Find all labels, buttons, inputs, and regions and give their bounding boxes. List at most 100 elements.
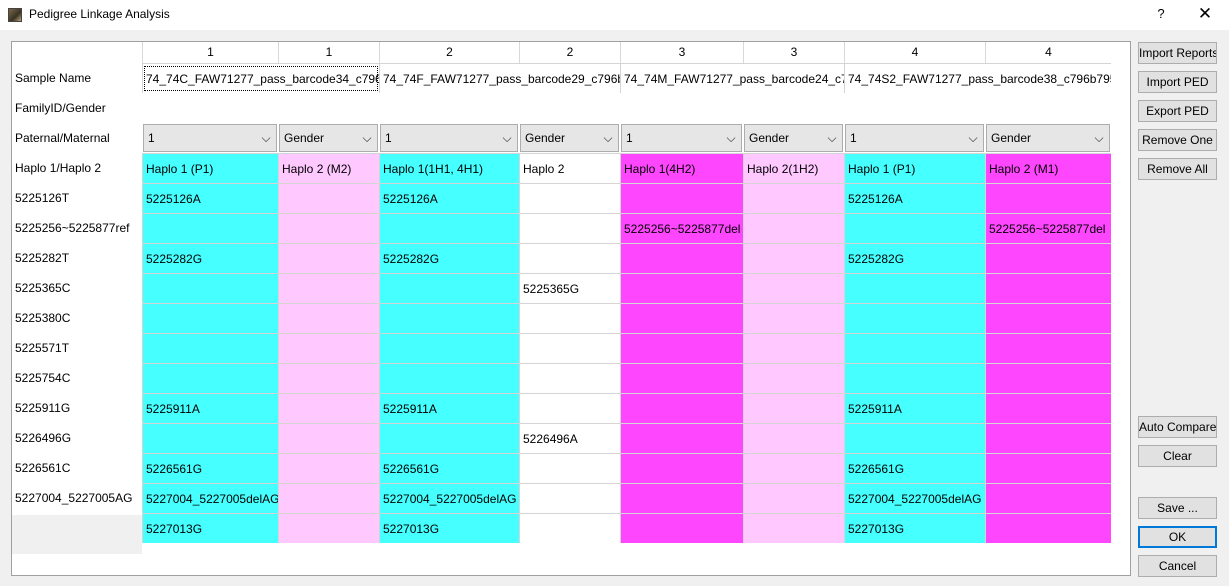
close-button[interactable]: ✕ bbox=[1193, 4, 1217, 24]
variant-cell[interactable] bbox=[743, 513, 844, 543]
variant-cell[interactable]: 5225256~5225877del bbox=[985, 213, 1111, 243]
variant-cell[interactable] bbox=[985, 423, 1111, 453]
column-header[interactable]: 1 bbox=[142, 42, 278, 63]
variant-cell[interactable] bbox=[743, 303, 844, 333]
column-header[interactable]: 2 bbox=[519, 42, 620, 63]
variant-cell[interactable] bbox=[278, 393, 379, 423]
variant-cell[interactable]: 5227004_5227005delAG bbox=[142, 483, 278, 513]
column-header[interactable]: 4 bbox=[844, 42, 985, 63]
variant-cell[interactable] bbox=[278, 513, 379, 543]
variant-cell[interactable] bbox=[620, 483, 743, 513]
variant-cell[interactable]: 5226561G bbox=[379, 453, 519, 483]
variant-cell[interactable]: 5227004_5227005delAG bbox=[844, 483, 985, 513]
variant-cell[interactable]: 5225282G bbox=[142, 243, 278, 273]
haplo-label-cell[interactable]: Haplo 2(1H2) bbox=[743, 153, 844, 183]
family-gender-select[interactable]: 1 ⌵ bbox=[380, 124, 518, 152]
variant-cell[interactable]: 5226496A bbox=[519, 423, 620, 453]
family-gender-select[interactable]: 1 ⌵ bbox=[621, 124, 742, 152]
variant-cell[interactable] bbox=[985, 243, 1111, 273]
haplo-label-cell[interactable]: Haplo 1(4H2) bbox=[620, 153, 743, 183]
variant-cell[interactable] bbox=[519, 213, 620, 243]
variant-cell[interactable] bbox=[379, 423, 519, 453]
variant-cell[interactable] bbox=[985, 453, 1111, 483]
family-gender-select[interactable]: Gender ⌵ bbox=[279, 124, 378, 152]
variant-cell[interactable] bbox=[278, 243, 379, 273]
variant-cell[interactable] bbox=[844, 303, 985, 333]
variant-cell[interactable] bbox=[743, 183, 844, 213]
variant-cell[interactable] bbox=[379, 213, 519, 243]
variant-cell[interactable] bbox=[743, 273, 844, 303]
variant-cell[interactable] bbox=[985, 303, 1111, 333]
variant-cell[interactable] bbox=[743, 363, 844, 393]
cancel-button[interactable]: Cancel bbox=[1138, 555, 1217, 577]
ok-button[interactable]: OK bbox=[1138, 526, 1217, 548]
variant-cell[interactable] bbox=[985, 183, 1111, 213]
import-ped-button[interactable]: Import PED bbox=[1138, 71, 1217, 93]
variant-cell[interactable] bbox=[743, 213, 844, 243]
variant-cell[interactable] bbox=[620, 333, 743, 363]
variant-cell[interactable]: 5227013G bbox=[142, 513, 278, 543]
variant-cell[interactable] bbox=[743, 243, 844, 273]
variant-cell[interactable] bbox=[844, 273, 985, 303]
variant-cell[interactable] bbox=[620, 183, 743, 213]
column-header[interactable]: 4 bbox=[985, 42, 1111, 63]
remove-all-button[interactable]: Remove All bbox=[1138, 158, 1217, 180]
variant-cell[interactable] bbox=[142, 363, 278, 393]
variant-cell[interactable] bbox=[985, 393, 1111, 423]
variant-cell[interactable] bbox=[844, 423, 985, 453]
variant-cell[interactable] bbox=[620, 363, 743, 393]
variant-cell[interactable] bbox=[620, 273, 743, 303]
family-gender-select[interactable]: Gender ⌵ bbox=[744, 124, 843, 152]
haplo-label-cell[interactable]: Haplo 2 (M1) bbox=[985, 153, 1111, 183]
family-gender-select[interactable]: 1 ⌵ bbox=[845, 124, 984, 152]
variant-cell[interactable] bbox=[519, 333, 620, 363]
variant-cell[interactable] bbox=[519, 513, 620, 543]
variant-cell[interactable] bbox=[278, 363, 379, 393]
variant-cell[interactable] bbox=[743, 483, 844, 513]
sample-name-cell[interactable]: 74_74C_FAW71277_pass_barcode34_c796b... bbox=[142, 63, 379, 93]
sample-name-cell[interactable]: 74_74S2_FAW71277_pass_barcode38_c796b795… bbox=[844, 63, 1111, 93]
variant-cell[interactable] bbox=[278, 423, 379, 453]
variant-cell[interactable]: 5225911A bbox=[142, 393, 278, 423]
linkage-table[interactable]: Sample Name FamilyID/Gender Paternal/Mater… bbox=[11, 41, 1131, 576]
haplo-label-cell[interactable]: Haplo 1 (P1) bbox=[844, 153, 985, 183]
variant-cell[interactable] bbox=[278, 483, 379, 513]
family-gender-select[interactable]: Gender ⌵ bbox=[520, 124, 619, 152]
variant-cell[interactable] bbox=[142, 273, 278, 303]
variant-cell[interactable] bbox=[278, 213, 379, 243]
variant-cell[interactable] bbox=[844, 333, 985, 363]
variant-cell[interactable] bbox=[743, 423, 844, 453]
variant-cell[interactable] bbox=[142, 333, 278, 363]
variant-cell[interactable]: 5227013G bbox=[844, 513, 985, 543]
variant-cell[interactable] bbox=[844, 363, 985, 393]
sample-name-cell[interactable]: 74_74F_FAW71277_pass_barcode29_c796b7... bbox=[379, 63, 620, 93]
variant-cell[interactable]: 5225126A bbox=[379, 183, 519, 213]
variant-cell[interactable] bbox=[379, 273, 519, 303]
haplo-label-cell[interactable]: Haplo 2 bbox=[519, 153, 620, 183]
variant-cell[interactable] bbox=[743, 333, 844, 363]
variant-cell[interactable]: 5227013G bbox=[379, 513, 519, 543]
variant-cell[interactable]: 5225911A bbox=[379, 393, 519, 423]
variant-cell[interactable] bbox=[985, 363, 1111, 393]
variant-cell[interactable] bbox=[519, 363, 620, 393]
variant-cell[interactable] bbox=[278, 273, 379, 303]
export-ped-button[interactable]: Export PED bbox=[1138, 100, 1217, 122]
variant-cell[interactable] bbox=[278, 333, 379, 363]
variant-cell[interactable] bbox=[743, 453, 844, 483]
variant-cell[interactable] bbox=[620, 303, 743, 333]
haplo-label-cell[interactable]: Haplo 1(1H1, 4H1) bbox=[379, 153, 519, 183]
auto-compare-button[interactable]: Auto Compare bbox=[1138, 416, 1217, 438]
variant-cell[interactable] bbox=[985, 483, 1111, 513]
variant-cell[interactable] bbox=[379, 333, 519, 363]
variant-cell[interactable]: 5225256~5225877del bbox=[620, 213, 743, 243]
variant-cell[interactable]: 5227004_5227005delAG bbox=[379, 483, 519, 513]
save-button[interactable]: Save ... bbox=[1138, 497, 1217, 519]
variant-cell[interactable]: 5225282G bbox=[379, 243, 519, 273]
variant-cell[interactable] bbox=[142, 423, 278, 453]
variant-cell[interactable]: 5225126A bbox=[142, 183, 278, 213]
sample-name-cell[interactable]: 74_74M_FAW71277_pass_barcode24_c7... bbox=[620, 63, 844, 93]
variant-cell[interactable]: 5225365G bbox=[519, 273, 620, 303]
variant-cell[interactable] bbox=[844, 213, 985, 243]
variant-cell[interactable] bbox=[620, 513, 743, 543]
variant-cell[interactable] bbox=[620, 453, 743, 483]
